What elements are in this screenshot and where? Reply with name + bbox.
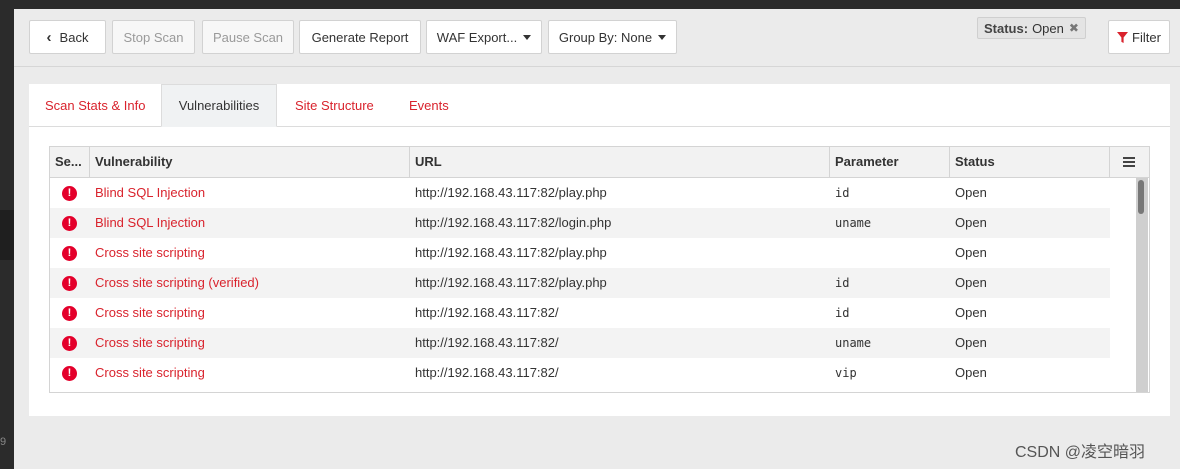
tab-scan-stats[interactable]: Scan Stats & Info [45, 84, 145, 126]
filter-label: Filter [1132, 29, 1161, 45]
exclamation-circle-icon: ! [62, 186, 77, 201]
vulnerability-link[interactable]: Cross site scripting [95, 328, 205, 358]
header-severity[interactable]: Se... [50, 147, 90, 177]
status-cell: Open [955, 245, 987, 260]
funnel-icon [1117, 31, 1129, 43]
status-cell: Open [955, 335, 987, 350]
url-cell: http://192.168.43.117:82/play.php [415, 185, 607, 200]
vulnerability-link[interactable]: Blind SQL Injection [95, 178, 205, 208]
pause-scan-label: Pause Scan [212, 29, 284, 45]
back-button-label: Back [59, 29, 89, 45]
scrollbar-thumb[interactable] [1138, 180, 1144, 214]
url-cell: http://192.168.43.117:82/ [415, 365, 559, 380]
status-cell: Open [955, 215, 987, 230]
header-parameter[interactable]: Parameter [830, 147, 950, 177]
tab-bar: Scan Stats & Info Vulnerabilities Site S… [29, 84, 1170, 127]
status-cell: Open [955, 275, 987, 290]
parameter-cell: id [835, 186, 850, 200]
header-vulnerability[interactable]: Vulnerability [90, 147, 410, 177]
parameter-cell: id [835, 276, 850, 290]
waf-export-label: WAF Export... [436, 29, 518, 45]
header-status[interactable]: Status [950, 147, 1110, 177]
generate-report-button[interactable]: Generate Report [299, 20, 421, 54]
vulnerability-link[interactable]: Blind SQL Injection [95, 208, 205, 238]
table-row[interactable]: ! Cross site scripting http://192.168.43… [50, 328, 1110, 358]
status-filter-chip[interactable]: Status: Open ✖ [977, 17, 1086, 39]
parameter-cell: uname [835, 336, 872, 350]
watermark: CSDN @凌空暗羽 [1015, 444, 1146, 461]
exclamation-circle-icon: ! [62, 306, 77, 321]
exclamation-circle-icon: ! [62, 216, 77, 231]
table-row[interactable]: ! Cross site scripting http://192.168.43… [50, 298, 1110, 328]
close-icon[interactable]: ✖ [1069, 21, 1079, 35]
table-row[interactable]: ! Blind SQL Injection http://192.168.43.… [50, 178, 1110, 208]
exclamation-circle-icon: ! [62, 336, 77, 351]
waf-export-dropdown[interactable]: WAF Export... [426, 20, 542, 54]
tab-site-structure[interactable]: Site Structure [295, 84, 374, 126]
status-filter-key: Status: [984, 20, 1029, 36]
url-cell: http://192.168.43.117:82/play.php [415, 245, 607, 260]
left-side-panel: 9 [0, 0, 14, 469]
top-bar [0, 0, 1180, 9]
exclamation-circle-icon: ! [62, 366, 77, 381]
vulnerabilities-table: Se... Vulnerability URL Parameter Status… [49, 146, 1150, 393]
header-url[interactable]: URL [410, 147, 830, 177]
caret-down-icon [658, 34, 667, 40]
filter-button[interactable]: Filter [1108, 20, 1170, 54]
url-cell: http://192.168.43.117:82/ [415, 335, 559, 350]
parameter-cell: uname [835, 216, 872, 230]
tab-vulnerabilities[interactable]: Vulnerabilities [161, 84, 277, 127]
group-by-label: Group By: None [558, 29, 653, 45]
status-cell: Open [955, 185, 987, 200]
parameter-cell: id [835, 306, 850, 320]
url-cell: http://192.168.43.117:82/play.php [415, 275, 607, 290]
table-row[interactable]: ! Cross site scripting http://192.168.43… [50, 358, 1110, 388]
side-panel-block [0, 210, 14, 260]
vulnerability-link[interactable]: Cross site scripting [95, 238, 205, 268]
url-cell: http://192.168.43.117:82/ [415, 305, 559, 320]
tab-events[interactable]: Events [409, 84, 449, 126]
table-row[interactable]: ! Blind SQL Injection http://192.168.43.… [50, 208, 1110, 238]
vulnerability-link[interactable]: Cross site scripting [95, 298, 205, 328]
status-cell: Open [955, 305, 987, 320]
pause-scan-button[interactable]: Pause Scan [202, 20, 294, 54]
exclamation-circle-icon: ! [62, 246, 77, 261]
hamburger-icon[interactable] [1109, 147, 1149, 177]
stop-scan-button[interactable]: Stop Scan [112, 20, 195, 54]
table-row[interactable]: ! Cross site scripting (verified) http:/… [50, 268, 1110, 298]
scan-panel: Scan Stats & Info Vulnerabilities Site S… [29, 84, 1170, 416]
table-scrollbar[interactable] [1136, 178, 1148, 392]
generate-report-label: Generate Report [311, 29, 409, 45]
chevron-left-icon: ‹ [46, 28, 52, 46]
vulnerability-link[interactable]: Cross site scripting [95, 358, 205, 388]
exclamation-circle-icon: ! [62, 276, 77, 291]
group-by-dropdown[interactable]: Group By: None [548, 20, 677, 54]
caret-down-icon [523, 34, 532, 40]
table-header: Se... Vulnerability URL Parameter Status [50, 147, 1149, 178]
stop-scan-label: Stop Scan [123, 29, 184, 45]
url-cell: http://192.168.43.117:82/login.php [415, 215, 612, 230]
status-cell: Open [955, 365, 987, 380]
back-button[interactable]: ‹ Back [29, 20, 106, 54]
side-number: 9 [0, 436, 7, 448]
status-filter-value: Open [1032, 20, 1064, 36]
table-row[interactable]: ! Cross site scripting http://192.168.43… [50, 238, 1110, 268]
parameter-cell: vip [835, 366, 857, 380]
vulnerability-link[interactable]: Cross site scripting (verified) [95, 268, 259, 298]
